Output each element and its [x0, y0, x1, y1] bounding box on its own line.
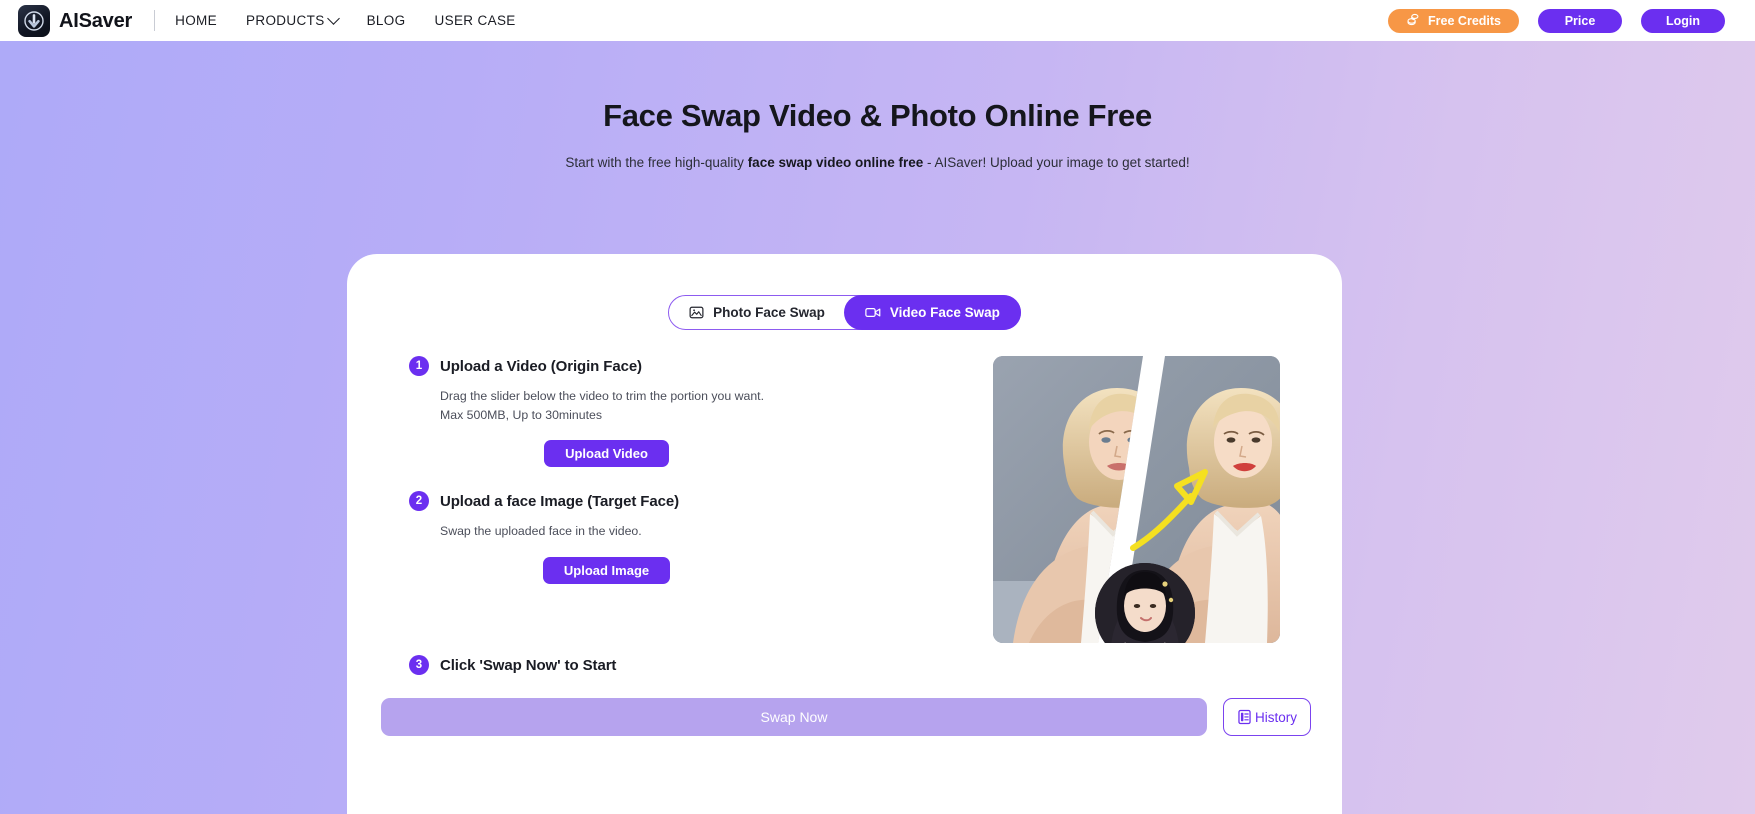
page-subtitle: Start with the free high-quality face sw… — [0, 154, 1755, 173]
upload-image-row: Upload Image — [409, 557, 869, 585]
nav-item-products[interactable]: PRODUCTS — [246, 12, 340, 28]
header-actions: Free Credits Price Login — [1388, 8, 1725, 33]
tab-group: Photo Face Swap Video Face Swap — [668, 295, 1021, 330]
login-button[interactable]: Login — [1641, 8, 1725, 33]
coins-icon — [1406, 12, 1420, 29]
brand-logo[interactable]: AISaver — [18, 4, 133, 37]
price-button[interactable]: Price — [1538, 8, 1622, 33]
site-header: AISaver HOME PRODUCTS BLOG USER CASE Fre… — [0, 0, 1755, 41]
document-list-icon — [1237, 709, 1252, 725]
upload-image-button[interactable]: Upload Image — [542, 557, 671, 585]
chevron-down-icon — [326, 12, 340, 25]
brand-name: AISaver — [59, 9, 133, 32]
free-credits-button[interactable]: Free Credits — [1388, 8, 1519, 33]
nav-item-home[interactable]: HOME — [175, 13, 217, 28]
nav-item-blog[interactable]: BLOG — [367, 13, 406, 28]
subtitle-highlight: face swap video online free — [747, 155, 924, 170]
nav-label: HOME — [175, 13, 217, 28]
swap-now-button[interactable]: Swap Now — [381, 698, 1207, 736]
subtitle-prefix: Start with the free high-quality — [565, 155, 748, 170]
tab-label: Photo Face Swap — [713, 305, 825, 320]
step-3-header: 3 Click 'Swap Now' to Start — [409, 655, 869, 675]
nav-label: BLOG — [366, 13, 406, 28]
step-3-title: Click 'Swap Now' to Start — [440, 656, 617, 674]
tab-bar: Photo Face Swap Video Face Swap — [347, 295, 1342, 330]
tab-video-face-swap[interactable]: Video Face Swap — [843, 295, 1021, 330]
hero-section: Face Swap Video & Photo Online Free Star… — [0, 41, 1755, 814]
subtitle-suffix: - AISaver! Upload your image to get star… — [923, 155, 1190, 170]
image-icon — [689, 305, 704, 320]
steps-column: 1 Upload a Video (Origin Face) Drag the … — [409, 356, 869, 585]
step-1-number: 1 — [409, 356, 429, 376]
step-2-description: Swap the uploaded face in the video. — [440, 524, 642, 539]
step-1-title: Upload a Video (Origin Face) — [440, 357, 642, 375]
nav-label: USER CASE — [434, 13, 516, 28]
history-button[interactable]: History — [1222, 698, 1311, 736]
step-2-number: 2 — [409, 491, 429, 512]
step-2-header: 2 Upload a face Image (Target Face) — [409, 491, 869, 512]
page-root: AISaver HOME PRODUCTS BLOG USER CASE Fre… — [0, 0, 1755, 814]
nav-item-user-case[interactable]: USER CASE — [434, 13, 515, 28]
header-divider — [154, 10, 156, 31]
free-credits-label: Free Credits — [1428, 13, 1501, 28]
tab-label: Video Face Swap — [889, 305, 1000, 320]
main-navigation: HOME PRODUCTS BLOG USER CASE — [175, 12, 516, 28]
upload-video-row: Upload Video — [409, 440, 869, 468]
step-1-header: 1 Upload a Video (Origin Face) — [409, 356, 869, 376]
cta-row: Swap Now History — [381, 698, 1311, 736]
step-2: 2 Upload a face Image (Target Face) Swap… — [409, 491, 869, 585]
step-1-description: Drag the slider below the video to trim … — [440, 387, 869, 424]
video-camera-icon — [865, 305, 881, 320]
step-2-title: Upload a face Image (Target Face) — [440, 492, 679, 510]
tab-photo-face-swap[interactable]: Photo Face Swap — [668, 295, 846, 330]
step-1-desc-line1: Drag the slider below the video to trim … — [440, 389, 764, 403]
download-arrow-logo-icon — [18, 4, 50, 37]
upload-video-button[interactable]: Upload Video — [544, 440, 669, 468]
step-3-number: 3 — [409, 655, 429, 675]
face-swap-card: Photo Face Swap Video Face Swap 1 Upload… — [347, 254, 1342, 814]
step-3: 3 Click 'Swap Now' to Start — [409, 655, 869, 675]
page-title: Face Swap Video & Photo Online Free — [603, 98, 1152, 133]
step-1: 1 Upload a Video (Origin Face) Drag the … — [409, 356, 869, 468]
step-1-desc-line2: Max 500MB, Up to 30minutes — [440, 407, 602, 422]
history-label: History — [1254, 709, 1297, 725]
before-after-preview — [993, 356, 1280, 643]
preview-illustration — [993, 356, 1280, 643]
nav-label: PRODUCTS — [246, 13, 325, 28]
